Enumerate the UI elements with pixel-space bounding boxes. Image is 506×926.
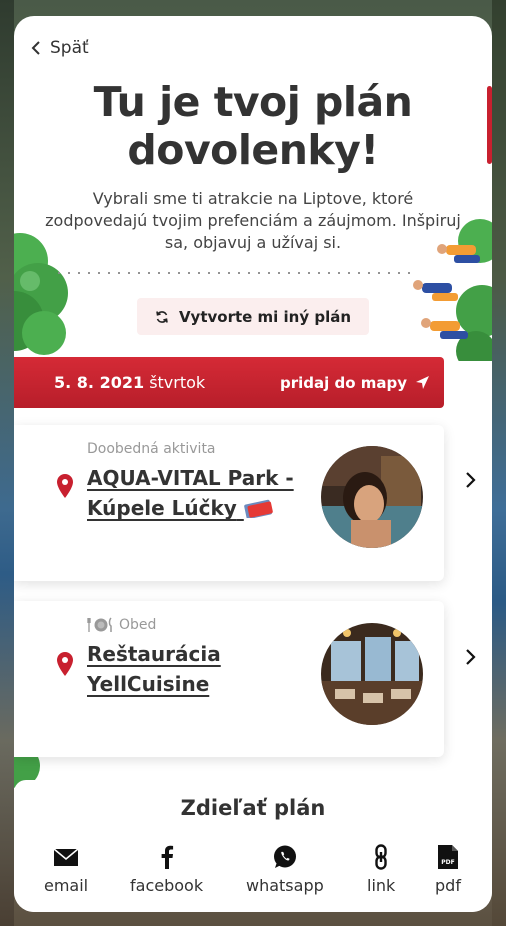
activity-kind-label: Doobedná aktivita xyxy=(87,441,216,457)
share-pdf-label: pdf xyxy=(435,876,461,895)
date-bar: 5. 8. 2021 štvrtok pridaj do mapy xyxy=(14,357,444,408)
activity-name-text: Reštaurácia YellCuisine xyxy=(87,642,221,696)
date-value: 5. 8. 2021 xyxy=(54,373,145,392)
share-whatsapp-button[interactable]: whatsapp xyxy=(246,844,324,895)
svg-text:PDF: PDF xyxy=(441,859,454,866)
activity-photo xyxy=(321,623,423,725)
title-line-2: dovolenky! xyxy=(127,126,379,174)
share-whatsapp-label: whatsapp xyxy=(246,876,324,895)
link-icon xyxy=(375,844,387,870)
dotted-divider xyxy=(54,272,414,274)
activity-name[interactable]: Reštaurácia YellCuisine xyxy=(87,639,307,699)
share-pdf-button[interactable]: PDF pdf xyxy=(435,844,461,895)
plate-cutlery-icon xyxy=(87,617,112,632)
activity-photo xyxy=(321,446,423,548)
weekday: štvrtok xyxy=(149,373,206,392)
activity-kind: Obed xyxy=(87,617,156,633)
location-pin-icon xyxy=(57,652,73,676)
location-pin-icon xyxy=(57,474,73,498)
share-panel: Zdieľať plán email facebook whatsapp lin… xyxy=(14,780,492,912)
chevron-left-icon xyxy=(31,41,40,55)
share-link-button[interactable]: link xyxy=(367,844,395,895)
share-email-button[interactable]: email xyxy=(44,844,88,895)
share-email-label: email xyxy=(44,876,89,895)
activity-card[interactable]: Doobedná aktivita AQUA-VITAL Park - Kúpe… xyxy=(14,425,444,581)
title-line-1: Tu je tvoj plán xyxy=(93,78,413,126)
facebook-icon xyxy=(161,845,173,869)
back-button[interactable]: Späť xyxy=(30,38,89,58)
activity-card[interactable]: Obed Reštaurácia YellCuisine xyxy=(14,601,444,757)
background-right xyxy=(492,0,506,926)
chevron-right-icon[interactable] xyxy=(464,647,478,667)
envelope-icon xyxy=(53,848,79,866)
page-title: Tu je tvoj plán dovolenky! xyxy=(14,78,492,174)
page-subtitle: Vybrali sme ti atrakcie na Liptove, ktor… xyxy=(45,189,461,252)
whatsapp-icon xyxy=(273,845,296,868)
activity-kind: Doobedná aktivita xyxy=(87,441,216,457)
pdf-file-icon: PDF xyxy=(438,845,458,869)
share-facebook-label: facebook xyxy=(130,876,204,895)
date-label: 5. 8. 2021 štvrtok xyxy=(54,373,205,392)
activity-name[interactable]: AQUA-VITAL Park - Kúpele Lúčky xyxy=(87,463,307,523)
navigation-arrow-icon xyxy=(416,376,429,389)
regenerate-plan-button[interactable]: Vytvorte mi iný plán xyxy=(137,298,369,335)
share-link-label: link xyxy=(367,876,396,895)
back-label: Späť xyxy=(50,38,89,58)
share-facebook-button[interactable]: facebook xyxy=(130,844,203,895)
regenerate-label: Vytvorte mi iný plán xyxy=(178,307,352,326)
refresh-icon xyxy=(156,310,168,323)
add-to-map-label: pridaj do mapy xyxy=(279,373,407,392)
background-left xyxy=(0,0,14,926)
share-title: Zdieľať plán xyxy=(180,796,326,820)
add-to-map-button[interactable]: pridaj do mapy xyxy=(280,374,430,392)
activity-kind-label: Obed xyxy=(119,617,157,633)
chevron-right-icon[interactable] xyxy=(464,470,478,490)
plan-card: Späť Tu je tvoj plán dovolenky! Vybrali … xyxy=(14,16,492,912)
liptov-card-icon xyxy=(243,499,273,520)
